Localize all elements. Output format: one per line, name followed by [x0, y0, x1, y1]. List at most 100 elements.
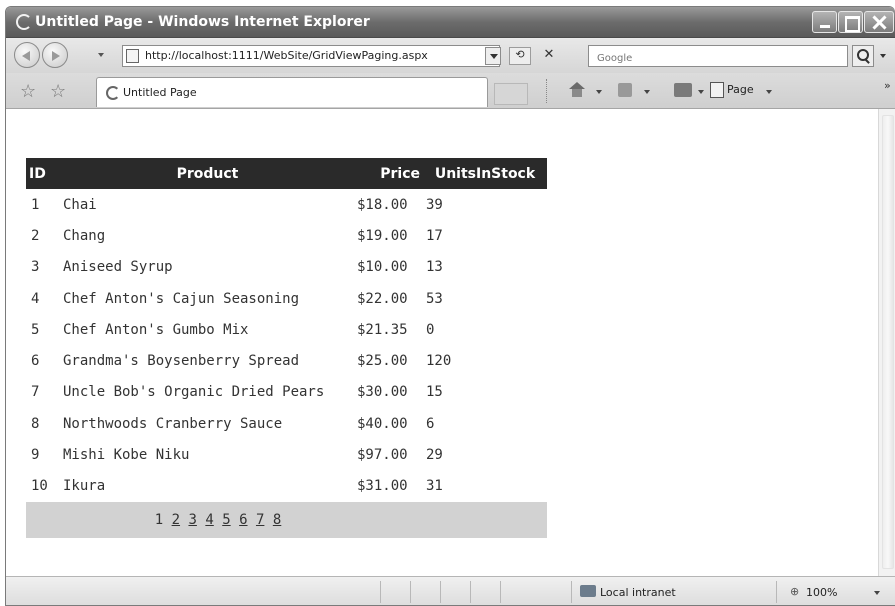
- cell-units: 0: [426, 321, 435, 338]
- cell-price: $31.00: [357, 478, 408, 495]
- cell-id: 1: [31, 196, 40, 213]
- pager-link[interactable]: 5: [222, 512, 230, 528]
- favorites-star-icon[interactable]: ☆: [20, 81, 36, 102]
- search-options-dropdown-icon[interactable]: [880, 54, 886, 58]
- page-menu-icon[interactable]: [710, 82, 724, 98]
- refresh-button[interactable]: ⟲: [509, 47, 531, 65]
- address-row: http://localhost:1111/WebSite/GridViewPa…: [6, 39, 895, 73]
- cell-units: 39: [426, 196, 443, 213]
- pager: 1 2 3 4 5 6 7 8: [26, 501, 547, 538]
- add-favorites-icon[interactable]: ☆: [50, 81, 66, 102]
- intranet-zone-icon: [580, 585, 596, 597]
- zoom-dropdown-icon[interactable]: [874, 591, 880, 595]
- recent-pages-dropdown-icon[interactable]: [98, 53, 104, 57]
- cell-product: Ikura: [63, 478, 106, 495]
- status-bar: Local intranet ⊕ 100%: [6, 576, 895, 605]
- cell-id: 2: [31, 227, 40, 244]
- search-input[interactable]: [589, 48, 847, 69]
- cell-units: 29: [426, 447, 443, 464]
- minimize-button[interactable]: [812, 11, 837, 33]
- tab-label: Untitled Page: [123, 86, 197, 99]
- page-menu-label[interactable]: Page: [727, 83, 754, 96]
- table-row: 6 Grandma's Boysenberry Spread $25.00 12…: [26, 345, 547, 376]
- header-units-in-stock: UnitsInStock: [423, 158, 547, 189]
- cell-units: 15: [426, 384, 443, 401]
- forward-button[interactable]: [42, 42, 68, 68]
- tab-page-icon: [106, 86, 120, 100]
- feeds-icon[interactable]: [618, 83, 632, 97]
- close-button[interactable]: [864, 11, 894, 33]
- cell-price: $25.00: [357, 353, 408, 370]
- cell-id: 3: [31, 259, 40, 276]
- table-row: 10 Ikura $31.00 31: [26, 471, 547, 502]
- maximize-button[interactable]: [838, 11, 863, 33]
- pager-link[interactable]: 3: [188, 512, 196, 528]
- cell-id: 4: [31, 290, 40, 307]
- cell-units: 13: [426, 259, 443, 276]
- title-bar[interactable]: Untitled Page - Windows Internet Explore…: [6, 7, 895, 38]
- search-icon[interactable]: [852, 45, 874, 67]
- print-dropdown-icon[interactable]: [698, 90, 704, 94]
- cell-product: Chang: [63, 227, 106, 244]
- status-divider: [410, 581, 411, 603]
- cell-units: 31: [426, 478, 443, 495]
- status-divider: [380, 581, 381, 603]
- search-box[interactable]: [588, 45, 848, 69]
- pager-link[interactable]: 4: [205, 512, 213, 528]
- pager-link[interactable]: 8: [273, 512, 281, 528]
- table-row: 1 Chai $18.00 39: [26, 189, 547, 220]
- table-row: 3 Aniseed Syrup $10.00 13: [26, 252, 547, 283]
- status-divider: [470, 581, 471, 603]
- pager-link[interactable]: 7: [256, 512, 264, 528]
- cell-product: Aniseed Syrup: [63, 259, 173, 276]
- new-tab-button[interactable]: [494, 83, 528, 105]
- table-row: 4 Chef Anton's Cajun Seasoning $22.00 53: [26, 283, 547, 314]
- feeds-dropdown-icon[interactable]: [644, 90, 650, 94]
- address-bar[interactable]: http://localhost:1111/WebSite/GridViewPa…: [122, 45, 500, 67]
- vertical-scrollbar[interactable]: [878, 109, 895, 576]
- pager-link[interactable]: 2: [172, 512, 180, 528]
- grid-header-row: ID Product Price UnitsInStock: [26, 158, 547, 189]
- tab-untitled-page[interactable]: Untitled Page: [96, 77, 488, 107]
- address-dropdown-button[interactable]: [485, 47, 501, 65]
- back-button[interactable]: [14, 42, 40, 68]
- print-icon[interactable]: [674, 83, 692, 97]
- cell-product: Grandma's Boysenberry Spread: [63, 353, 300, 370]
- cell-id: 10: [31, 478, 48, 495]
- cell-price: $18.00: [357, 196, 408, 213]
- scrollbar-thumb[interactable]: [882, 115, 894, 569]
- table-row: 2 Chang $19.00 17: [26, 220, 547, 251]
- cell-units: 53: [426, 290, 443, 307]
- cell-price: $30.00: [357, 384, 408, 401]
- cell-price: $22.00: [357, 290, 408, 307]
- table-row: 8 Northwoods Cranberry Sauce $40.00 6: [26, 408, 547, 439]
- page-menu-dropdown-icon[interactable]: [766, 90, 772, 94]
- cell-units: 6: [426, 415, 435, 432]
- pager-link[interactable]: 6: [239, 512, 247, 528]
- cell-price: $40.00: [357, 415, 408, 432]
- cell-product: Chef Anton's Gumbo Mix: [63, 321, 249, 338]
- status-divider: [571, 581, 572, 603]
- stop-button[interactable]: ✕: [539, 47, 559, 65]
- cell-price: $10.00: [357, 259, 408, 276]
- zoom-level[interactable]: 100%: [806, 586, 837, 599]
- pager-row: 1 2 3 4 5 6 7 8: [26, 501, 547, 538]
- cell-product: Northwoods Cranberry Sauce: [63, 415, 283, 432]
- cell-id: 5: [31, 321, 40, 338]
- address-url[interactable]: http://localhost:1111/WebSite/GridViewPa…: [145, 49, 428, 62]
- cell-product: Chef Anton's Cajun Seasoning: [63, 290, 300, 307]
- home-icon[interactable]: [569, 82, 585, 98]
- home-dropdown-icon[interactable]: [596, 90, 602, 94]
- products-gridview: ID Product Price UnitsInStock 1 Chai $18…: [26, 158, 547, 538]
- security-zone-label[interactable]: Local intranet: [600, 586, 676, 599]
- header-id: ID: [26, 158, 60, 189]
- cell-product: Uncle Bob's Organic Dried Pears: [63, 384, 325, 401]
- cell-id: 6: [31, 353, 40, 370]
- cell-price: $19.00: [357, 227, 408, 244]
- status-divider: [776, 581, 777, 603]
- zoom-icon[interactable]: ⊕: [790, 585, 799, 598]
- more-tools-chevron-icon[interactable]: »: [884, 79, 891, 92]
- header-product: Product: [60, 158, 355, 189]
- toolbar-separator: [546, 79, 547, 103]
- cell-product: Chai: [63, 196, 97, 213]
